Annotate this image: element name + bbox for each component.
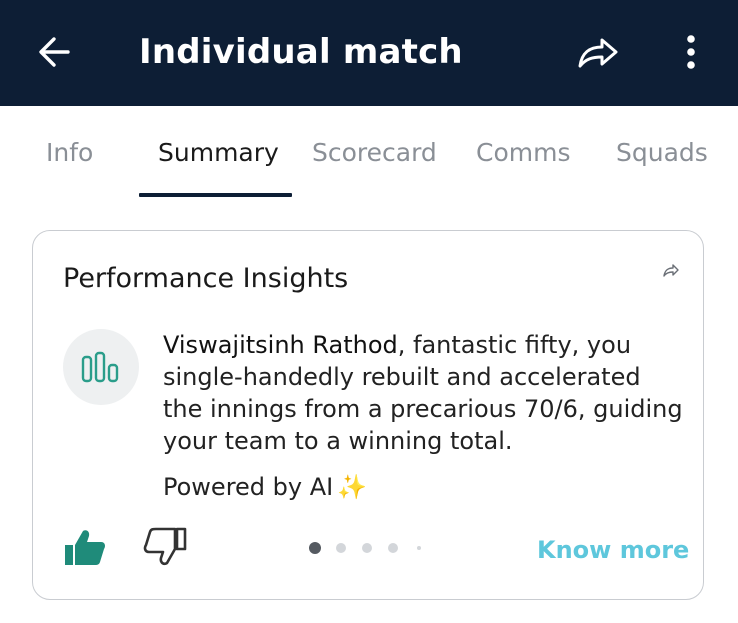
sparkles-icon: ✨	[337, 473, 368, 501]
powered-by-ai: Powered by AI ✨	[163, 471, 367, 503]
share-icon[interactable]	[576, 32, 620, 72]
insight-avatar	[63, 329, 139, 405]
powered-by-label: Powered by AI	[163, 473, 334, 501]
carousel-indicator	[309, 542, 429, 554]
share-icon[interactable]	[663, 263, 679, 277]
active-tab-indicator	[139, 193, 292, 197]
arrow-left-icon[interactable]	[36, 34, 72, 70]
carousel-dot[interactable]	[417, 546, 421, 550]
carousel-dot[interactable]	[388, 543, 398, 553]
bar-chart-icon	[81, 351, 119, 383]
carousel-dot[interactable]	[336, 543, 346, 553]
player-name[interactable]: Viswajitsinh Rathod	[163, 331, 398, 359]
tab-info[interactable]: Info	[46, 136, 93, 170]
thumbs-up-icon[interactable]	[63, 527, 107, 567]
thumbs-down-icon[interactable]	[143, 527, 187, 567]
carousel-dot[interactable]	[309, 542, 321, 554]
tab-comms[interactable]: Comms	[476, 136, 570, 170]
tab-bar: Info Summary Scorecard Comms Squads	[0, 106, 738, 198]
insight-message: Viswajitsinh Rathod, fantastic fifty, yo…	[163, 329, 683, 457]
more-vertical-icon[interactable]	[680, 32, 702, 72]
app-header: Individual match	[0, 0, 738, 106]
page-title: Individual match	[139, 32, 463, 72]
know-more-link[interactable]: Know more	[537, 534, 689, 566]
tab-squads[interactable]: Squads	[616, 136, 708, 170]
carousel-dot[interactable]	[362, 543, 372, 553]
tab-summary[interactable]: Summary	[158, 136, 279, 170]
performance-insights-card: Performance Insights Viswajitsinh Rathod…	[32, 230, 704, 600]
card-heading: Performance Insights	[63, 263, 349, 294]
tab-scorecard[interactable]: Scorecard	[312, 136, 437, 170]
